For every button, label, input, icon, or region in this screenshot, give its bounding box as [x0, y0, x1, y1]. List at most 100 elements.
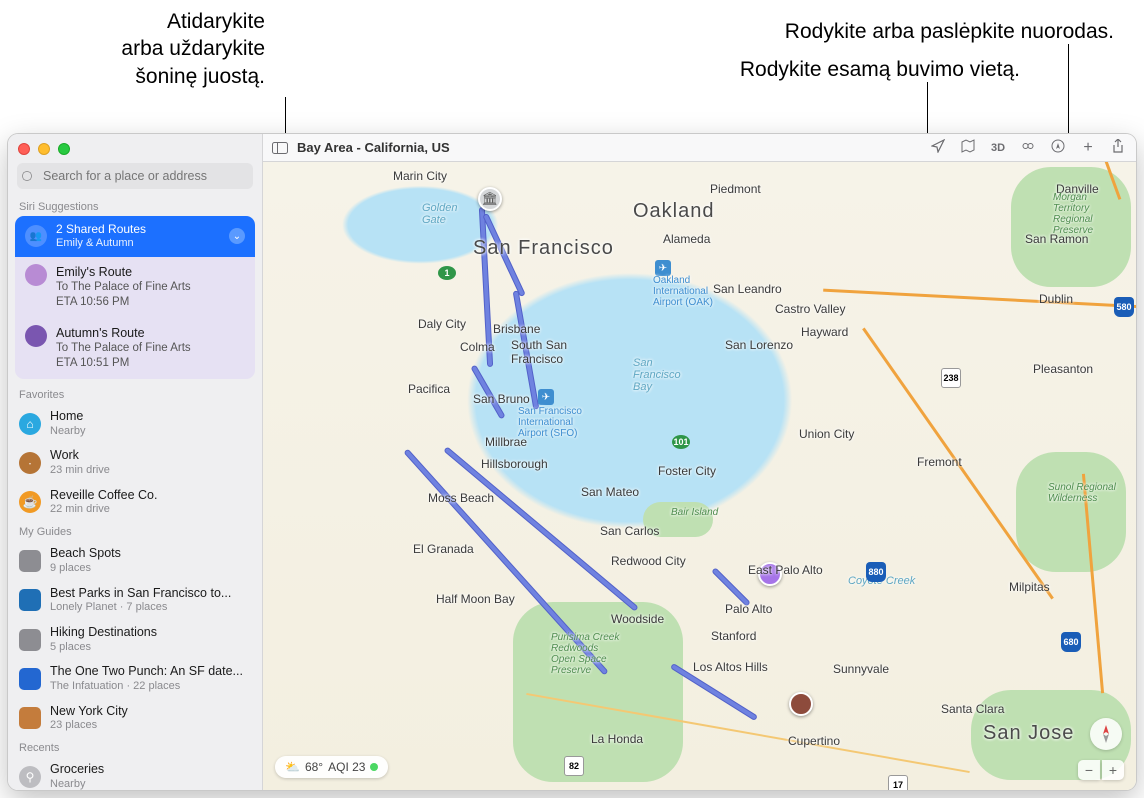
city-label: Pleasanton [1033, 362, 1093, 376]
anno-show-location: Rodykite esamą buvimo vietą. [580, 56, 1020, 83]
guide-name: Hiking Destinations [50, 625, 157, 641]
shared-routes-icon: 👥 [25, 225, 47, 247]
route-eta: ETA 10:51 PM [56, 356, 191, 371]
share-button[interactable] [1108, 139, 1128, 156]
city-label: Daly City [418, 317, 466, 331]
park-label: Sunol Regional Wilderness [1048, 482, 1118, 504]
directions-button[interactable] [1048, 139, 1068, 156]
city-label: Stanford [711, 629, 756, 643]
airport-icon[interactable]: ✈ [655, 260, 671, 276]
city-label: Sunnyvale [833, 662, 889, 676]
guide-item[interactable]: New York City23 places [8, 699, 262, 738]
route-name: Autumn's Route [56, 325, 191, 341]
guide-icon [19, 707, 41, 729]
destination-pin[interactable]: 🏛 [478, 187, 502, 211]
park-label: Morgan Territory Regional Preserve [1053, 192, 1123, 236]
favorite-icon: ⌂ [19, 413, 41, 435]
map-modes-button[interactable] [958, 139, 978, 156]
city-label: Santa Clara [941, 702, 1004, 716]
city-label-large: San Francisco [473, 237, 614, 260]
add-button[interactable]: + [1078, 139, 1098, 157]
airport-icon[interactable]: ✈ [538, 389, 554, 405]
city-label: El Granada [413, 542, 474, 556]
city-label: Cupertino [788, 734, 840, 748]
city-label: Colma [460, 340, 495, 354]
avatar [25, 264, 47, 286]
zoom-out-button[interactable]: − [1078, 760, 1100, 780]
shared-routes-subtitle: Emily & Autumn [56, 237, 220, 251]
city-label: Union City [799, 427, 854, 441]
city-label: San Leandro [713, 282, 782, 296]
collapse-icon[interactable]: ⌄ [229, 228, 245, 244]
current-location-button[interactable] [928, 139, 948, 156]
close-button[interactable] [18, 143, 30, 155]
route-dest: To The Palace of Fine Arts [56, 280, 191, 295]
look-around-button[interactable] [1018, 139, 1038, 156]
city-label: Fremont [917, 455, 962, 469]
recent-sub: Nearby [50, 778, 104, 790]
3d-button[interactable]: 3D [988, 142, 1008, 154]
guide-name: Beach Spots [50, 546, 121, 562]
highway-shield: 17 [888, 775, 908, 790]
city-label: San Bruno [473, 392, 530, 406]
city-label: Milpitas [1009, 580, 1050, 594]
toolbar-icons: 3D + [928, 139, 1128, 157]
anno-sidebar-toggle: Atidarykite arba uždarykite šoninę juost… [25, 8, 265, 90]
favorite-sub: Nearby [50, 425, 85, 439]
guide-sub: 9 places [50, 562, 121, 576]
anno-show-directions: Rodykite arba paslėpkite nuorodas. [574, 18, 1114, 45]
city-label: Hillsborough [481, 457, 548, 471]
search-container [17, 163, 253, 189]
guide-item[interactable]: Beach Spots9 places [8, 541, 262, 580]
map-canvas[interactable]: 🏛 ✈ ✈ Oakland International Airport (OAK… [263, 162, 1136, 790]
guide-item[interactable]: Hiking Destinations5 places [8, 620, 262, 659]
weather-pill[interactable]: ⛅ 68° AQI 23 [275, 756, 388, 778]
recent-name: Groceries [50, 762, 104, 778]
minimize-button[interactable] [38, 143, 50, 155]
city-label: Hayward [801, 325, 848, 339]
favorite-sub: 23 min drive [50, 464, 110, 478]
shared-route-item[interactable]: Autumn's Route To The Palace of Fine Art… [15, 318, 255, 379]
city-label: Brisbane [493, 322, 540, 336]
city-label: San Lorenzo [725, 338, 793, 352]
main-panel: Bay Area - California, US 3D + [263, 134, 1136, 790]
favorite-name: Work [50, 448, 110, 464]
sidebar-list[interactable]: Siri Suggestions 👥 2 Shared Routes Emily… [8, 197, 262, 790]
fullscreen-button[interactable] [58, 143, 70, 155]
zoom-in-button[interactable]: + [1102, 760, 1124, 780]
highway-shield: 880 [866, 562, 886, 582]
shared-routes-header[interactable]: 👥 2 Shared Routes Emily & Autumn ⌄ [15, 216, 255, 257]
guide-name: Best Parks in San Francisco to... [50, 586, 231, 602]
favorite-sub: 22 min drive [50, 503, 157, 517]
user-pin-autumn[interactable] [789, 692, 813, 716]
guide-icon [19, 589, 41, 611]
guide-icon [19, 668, 41, 690]
search-input[interactable] [17, 163, 253, 189]
weather-temp: 68° [305, 760, 323, 774]
toggle-sidebar-button[interactable] [271, 140, 289, 156]
shared-route-item[interactable]: Emily's Route To The Palace of Fine Arts… [15, 257, 255, 318]
aqi-dot-icon [370, 763, 378, 771]
airport-label: Oakland International Airport (OAK) [653, 275, 713, 308]
city-label: Piedmont [710, 182, 761, 196]
city-label: Palo Alto [725, 602, 772, 616]
favorite-item[interactable]: ⌂ HomeNearby [8, 404, 262, 443]
city-label-large: San Jose [983, 722, 1074, 745]
guide-sub: The Infatuation · 22 places [50, 680, 243, 694]
sidebar: Siri Suggestions 👥 2 Shared Routes Emily… [8, 134, 263, 790]
guide-item[interactable]: Best Parks in San Francisco to...Lonely … [8, 581, 262, 620]
guide-icon [19, 550, 41, 572]
section-my-guides: My Guides [8, 522, 262, 541]
weather-icon: ⛅ [285, 760, 300, 774]
favorite-item[interactable]: ∙ Work23 min drive [8, 443, 262, 482]
guide-name: The One Two Punch: An SF date... [50, 664, 243, 680]
weather-aqi: AQI 23 [328, 760, 365, 774]
city-label: Half Moon Bay [436, 592, 515, 606]
recent-icon: ⚲ [19, 766, 41, 788]
favorite-item[interactable]: ☕ Reveille Coffee Co.22 min drive [8, 483, 262, 522]
recent-item[interactable]: ⚲ GroceriesNearby [8, 757, 262, 790]
guide-item[interactable]: The One Two Punch: An SF date...The Infa… [8, 659, 262, 698]
highway-shield: 238 [941, 368, 961, 388]
section-siri-suggestions: Siri Suggestions [8, 197, 262, 216]
compass-button[interactable] [1090, 718, 1122, 750]
